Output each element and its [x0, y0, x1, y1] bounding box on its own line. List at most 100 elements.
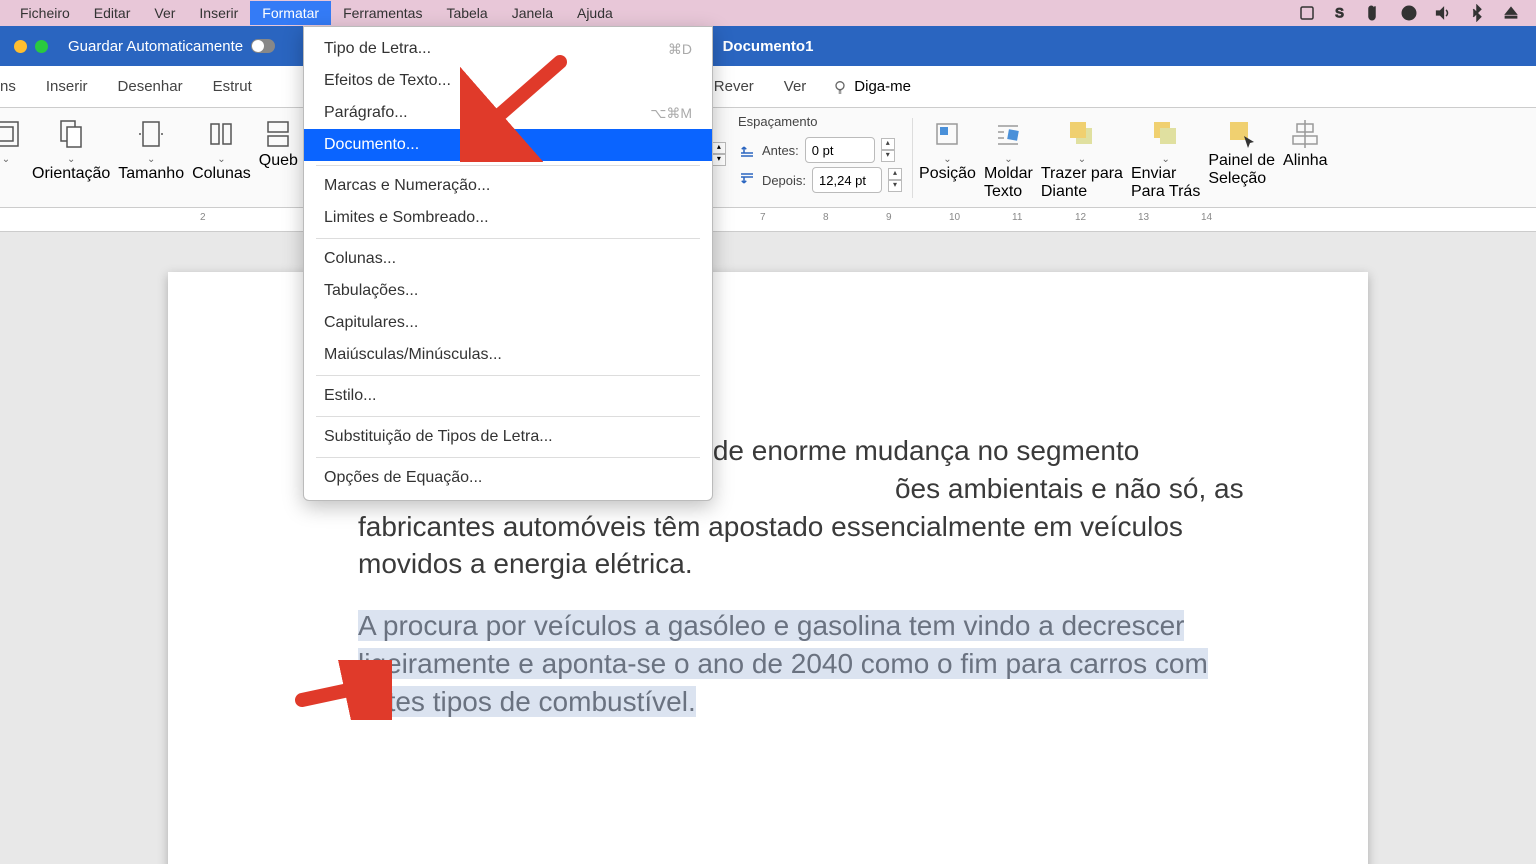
send-backward-label: Enviar Para Trás [1131, 165, 1200, 201]
ruler[interactable]: 2 7891011121314 [0, 208, 1536, 232]
dropdown-item-label: Documento... [324, 136, 419, 154]
tell-me-search[interactable]: Diga-me [832, 78, 911, 95]
dropdown-item-label: Tipo de Letra... [324, 40, 431, 58]
ruler-tick: 12 [1075, 212, 1086, 223]
menu-ferramentas[interactable]: Ferramentas [331, 1, 434, 25]
macos-menubar: Ficheiro Editar Ver Inserir Formatar Fer… [0, 0, 1536, 26]
dropdown-item-6[interactable]: Colunas... [304, 243, 712, 275]
before-spinner[interactable]: ▴▾ [881, 138, 895, 162]
selection-pane-label: Painel de Seleção [1208, 152, 1275, 188]
send-backward-button[interactable]: ⌄ Enviar Para Trás [1127, 114, 1204, 203]
media-icon[interactable] [1398, 3, 1420, 23]
autosave-toggle[interactable]: Guardar Automaticamente [68, 38, 275, 55]
bring-forward-label: Trazer para Diante [1041, 165, 1123, 201]
after-label: Depois: [762, 173, 806, 188]
indent-spinner-left[interactable]: ▴▾ [712, 142, 726, 166]
dropdown-item-9[interactable]: Maiúsculas/Minúsculas... [304, 339, 712, 371]
dropdown-item-label: Marcas e Numeração... [324, 177, 490, 195]
menu-janela[interactable]: Janela [500, 1, 565, 25]
volume-icon[interactable] [1432, 3, 1454, 23]
attachment-icon[interactable] [1364, 3, 1386, 23]
tab-rever[interactable]: Rever [710, 70, 758, 103]
dropdown-item-10[interactable]: Estilo... [304, 380, 712, 412]
dropdown-shortcut: ⌥⌘M [650, 105, 692, 122]
margins-button-partial[interactable]: ⌄ [0, 114, 28, 167]
dropdown-item-4[interactable]: Marcas e Numeração... [304, 170, 712, 202]
dropdown-item-label: Limites e Sombreado... [324, 209, 489, 227]
dropdown-item-5[interactable]: Limites e Sombreado... [304, 202, 712, 234]
menu-ficheiro[interactable]: Ficheiro [8, 1, 82, 25]
dropdown-separator [316, 457, 700, 458]
dropdown-item-7[interactable]: Tabulações... [304, 275, 712, 307]
selection-pane-button[interactable]: Painel de Seleção [1204, 114, 1279, 190]
eject-icon[interactable] [1500, 3, 1522, 23]
traffic-lights[interactable] [0, 40, 62, 53]
tab-ver-ribbon[interactable]: Ver [780, 70, 811, 103]
tab-partial-left[interactable]: ns [0, 70, 20, 103]
ruler-tick: 13 [1138, 212, 1149, 223]
before-input[interactable] [805, 137, 875, 163]
menu-formatar[interactable]: Formatar [250, 1, 331, 25]
dropdown-item-11[interactable]: Substituição de Tipos de Letra... [304, 421, 712, 453]
spacing-before-icon [738, 141, 756, 159]
spacing-after-icon [738, 171, 756, 189]
dropdown-separator [316, 165, 700, 166]
bring-forward-button[interactable]: ⌄ Trazer para Diante [1037, 114, 1127, 203]
dropdown-item-label: Parágrafo... [324, 104, 408, 122]
dropdown-item-8[interactable]: Capitulares... [304, 307, 712, 339]
ruler-tick: 11 [1012, 212, 1022, 223]
tab-estrutura[interactable]: Estrut [209, 70, 256, 103]
tab-desenhar[interactable]: Desenhar [114, 70, 187, 103]
size-button[interactable]: ⌄ Tamanho [114, 114, 188, 185]
menu-ver[interactable]: Ver [142, 1, 187, 25]
status-icon-s[interactable]: S [1330, 3, 1352, 23]
autosave-label: Guardar Automaticamente [68, 38, 243, 55]
breaks-label: Queb [259, 152, 298, 170]
after-spinner[interactable]: ▴▾ [888, 168, 902, 192]
tell-me-label: Diga-me [854, 78, 911, 95]
ribbon-tabs: ns Inserir Desenhar Estrut Rever Ver Dig… [0, 66, 1536, 108]
menu-tabela[interactable]: Tabela [434, 1, 499, 25]
ruler-tick: 8 [823, 212, 829, 223]
ruler-tick: 10 [949, 212, 960, 223]
svg-text:S: S [1335, 6, 1344, 21]
ruler-tick: 9 [886, 212, 892, 223]
ruler-tick: 7 [760, 212, 766, 223]
size-label: Tamanho [118, 165, 184, 183]
zoom-button[interactable] [35, 40, 48, 53]
tab-inserir[interactable]: Inserir [42, 70, 92, 103]
document-title: Documento1 [723, 38, 814, 55]
minimize-button[interactable] [14, 40, 27, 53]
status-icon-1[interactable] [1296, 3, 1318, 23]
orientation-button[interactable]: ⌄ Orientação [28, 114, 114, 185]
ruler-tick: 14 [1201, 212, 1212, 223]
menu-inserir[interactable]: Inserir [187, 1, 250, 25]
columns-button[interactable]: ⌄ Colunas [188, 114, 255, 185]
spacing-group: Espaçamento Antes: ▴▾ Depois: ▴▾ [730, 114, 910, 193]
paragraph-2-selected[interactable]: A procura por veículos a gasóleo e gasol… [358, 607, 1248, 720]
position-button[interactable]: ⌄ Posição [915, 114, 980, 185]
align-button[interactable]: Alinha [1279, 114, 1331, 172]
bluetooth-icon[interactable] [1466, 3, 1488, 23]
dropdown-item-label: Substituição de Tipos de Letra... [324, 428, 553, 446]
menu-editar[interactable]: Editar [82, 1, 143, 25]
dropdown-item-label: Capitulares... [324, 314, 418, 332]
lightbulb-icon [832, 79, 848, 95]
align-label: Alinha [1283, 152, 1327, 170]
autosave-switch[interactable] [251, 39, 275, 53]
dropdown-item-label: Colunas... [324, 250, 396, 268]
position-label: Posição [919, 165, 976, 183]
dropdown-shortcut: ⌘D [668, 41, 692, 58]
window-titlebar: Guardar Automaticamente Documento1 [0, 26, 1536, 66]
dropdown-separator [316, 238, 700, 239]
columns-label: Colunas [192, 165, 251, 183]
menu-ajuda[interactable]: Ajuda [565, 1, 625, 25]
annotation-arrow-2 [292, 660, 392, 720]
orientation-label: Orientação [32, 165, 110, 183]
after-input[interactable] [812, 167, 882, 193]
dropdown-separator [316, 375, 700, 376]
wrap-text-button[interactable]: ⌄ Moldar Texto [980, 114, 1037, 203]
dropdown-item-12[interactable]: Opções de Equação... [304, 462, 712, 494]
dropdown-separator [316, 416, 700, 417]
breaks-button[interactable]: Queb [255, 114, 302, 172]
